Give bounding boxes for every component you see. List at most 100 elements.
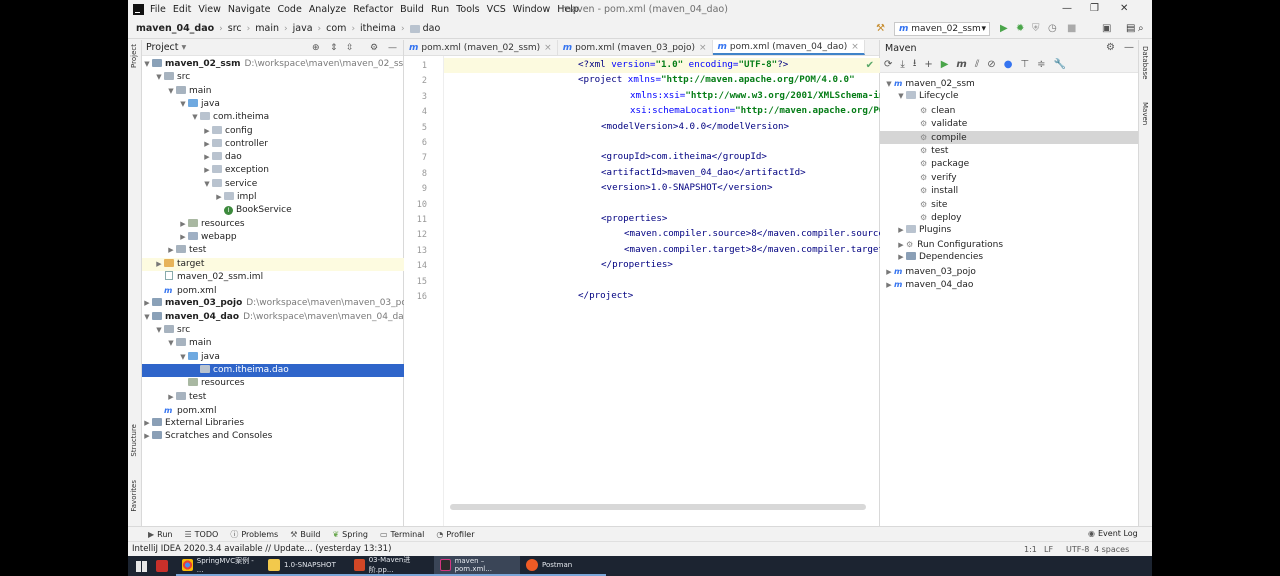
code-line[interactable]: <properties> xyxy=(601,213,667,224)
tree-item[interactable]: ▼ src xyxy=(142,71,404,84)
tree-item[interactable]: ▶ Scratches and Consoles xyxy=(142,430,404,443)
structure-tool-tab[interactable]: Structure xyxy=(130,424,138,457)
menu-run[interactable]: Run xyxy=(431,4,449,15)
taskbar-item[interactable]: Postman xyxy=(520,556,606,576)
menu-refactor[interactable]: Refactor xyxy=(353,4,393,15)
menu-code[interactable]: Code xyxy=(277,4,301,15)
menu-window[interactable]: Window xyxy=(513,4,550,15)
execute-goal-icon[interactable]: m xyxy=(956,59,966,70)
maven-run-configs-item[interactable]: ▶ ⚙ Run Configurations xyxy=(880,238,1138,251)
todo-tool-button[interactable]: ☰ TODO xyxy=(185,530,219,539)
breadcrumb-src[interactable]: src xyxy=(228,23,242,34)
tree-item[interactable]: ▼ main xyxy=(142,337,404,350)
maven-project-item[interactable]: ▶ m maven_03_pojo xyxy=(880,265,1138,278)
maven-goal-item[interactable]: ⚙ site xyxy=(880,198,1138,211)
tree-item[interactable]: ▶ config xyxy=(142,125,404,138)
maven-tool-tab[interactable]: Maven xyxy=(1141,102,1149,125)
code-line[interactable]: <modelVersion>4.0.0</modelVersion> xyxy=(601,121,789,132)
indent-setting[interactable]: 4 spaces xyxy=(1094,545,1129,554)
wrench-icon[interactable]: 🔧 xyxy=(1054,59,1066,70)
favorites-tool-tab[interactable]: Favorites xyxy=(130,480,138,512)
menu-tools[interactable]: Tools xyxy=(456,4,479,15)
breadcrumb-itheima[interactable]: itheima xyxy=(360,23,396,34)
app-icon[interactable] xyxy=(156,560,168,572)
run-configuration-select[interactable]: m maven_02_ssm ▾ xyxy=(894,22,990,36)
maven-goal-item[interactable]: ⚙ test xyxy=(880,144,1138,157)
debug-icon[interactable]: ✹ xyxy=(1016,23,1024,34)
tree-item[interactable]: ▼ maven_02_ssm D:\workspace\maven\maven_02… xyxy=(142,58,412,71)
coverage-icon[interactable]: ⛨ xyxy=(1032,23,1040,34)
taskbar-item-active[interactable]: maven – pom.xml... xyxy=(434,556,520,576)
tree-item[interactable]: ▶ test xyxy=(142,244,404,257)
download-icon[interactable]: ⭳ xyxy=(913,56,917,73)
tree-item[interactable]: ▶ maven_03_pojo D:\workspace\maven\maven_0… xyxy=(142,297,415,310)
tree-item[interactable]: ▼ java xyxy=(142,351,404,364)
run-tool-button[interactable]: ▶ Run xyxy=(148,530,173,539)
code-line[interactable]: <version>1.0-SNAPSHOT</version> xyxy=(601,182,772,193)
database-tool-tab[interactable]: Database xyxy=(1141,46,1149,79)
maven-goal-item[interactable]: ⚙ install xyxy=(880,184,1138,197)
menu-analyze[interactable]: Analyze xyxy=(309,4,346,15)
tree-item[interactable]: resources xyxy=(142,377,404,390)
maven-goal-item[interactable]: ⚙ verify xyxy=(880,171,1138,184)
tree-item[interactable]: ▶ impl xyxy=(142,191,404,204)
profiler-tool-button[interactable]: ◔ Profiler xyxy=(436,530,474,539)
cursor-position[interactable]: 1:1 xyxy=(1024,545,1037,554)
tree-item[interactable]: ▼ service xyxy=(142,178,404,191)
terminal-tool-button[interactable]: ▭ Terminal xyxy=(380,530,424,539)
tree-item[interactable]: ▶ exception xyxy=(142,164,404,177)
code-line[interactable]: </project> xyxy=(578,290,633,301)
horizontal-scrollbar[interactable] xyxy=(450,504,866,510)
breadcrumb-module[interactable]: maven_04_dao xyxy=(136,23,214,34)
maven-project-item[interactable]: ▶ m maven_04_dao xyxy=(880,278,1138,291)
menu-file[interactable]: File xyxy=(150,4,166,15)
editor-tab[interactable]: m pom.xml (maven_02_ssm) × xyxy=(404,40,558,55)
maven-lifecycle-item[interactable]: ▼ Lifecycle xyxy=(880,90,1138,103)
project-structure-icon[interactable]: ▣ xyxy=(1102,23,1111,34)
maven-goal-item[interactable]: ⚙ deploy xyxy=(880,211,1138,224)
skip-tests-icon[interactable]: ⊘ xyxy=(987,59,995,70)
reload-icon[interactable]: ⟳ xyxy=(884,59,892,70)
run-icon[interactable]: ▶ xyxy=(941,59,949,70)
close-icon[interactable]: ✕ xyxy=(1120,3,1128,14)
status-message[interactable]: IntelliJ IDEA 2020.3.4 available // Upda… xyxy=(132,544,391,554)
maven-dependencies-item[interactable]: ▶ Dependencies xyxy=(880,251,1138,264)
menu-build[interactable]: Build xyxy=(400,4,424,15)
editor-tab-active[interactable]: m pom.xml (maven_04_dao) × xyxy=(712,40,865,55)
breadcrumb-java[interactable]: java xyxy=(293,23,313,34)
maven-plugins-item[interactable]: ▶ Plugins xyxy=(880,224,1138,237)
collapse-all-icon[interactable]: ⊤ xyxy=(1020,59,1029,70)
tree-item[interactable]: ▼ src xyxy=(142,324,404,337)
breadcrumb-dao[interactable]: dao xyxy=(423,23,441,34)
hammer-icon[interactable]: ⚒ xyxy=(876,23,885,34)
tree-item[interactable]: ▼ com.itheima xyxy=(142,111,404,124)
menu-edit[interactable]: Edit xyxy=(173,4,191,15)
project-tool-tab[interactable]: Project xyxy=(130,44,138,68)
breadcrumb-main[interactable]: main xyxy=(255,23,279,34)
tree-item[interactable]: ▶ dao xyxy=(142,151,404,164)
maven-goal-item[interactable]: ⚙ clean xyxy=(880,104,1138,117)
stop-icon[interactable]: ■ xyxy=(1067,23,1076,34)
close-tab-icon[interactable]: × xyxy=(699,43,707,53)
maven-goal-item-selected[interactable]: ⚙ compile xyxy=(880,130,1138,144)
tree-item[interactable]: ▼ java xyxy=(142,98,404,111)
dropdown-icon[interactable]: ▾ xyxy=(182,42,187,53)
minimize-icon[interactable]: — xyxy=(1062,3,1072,14)
inspection-ok-icon[interactable]: ✔ xyxy=(866,60,874,71)
close-tab-icon[interactable]: × xyxy=(544,43,552,53)
maven-project-item[interactable]: ▼ m maven_02_ssm xyxy=(880,77,1138,90)
gear-icon[interactable]: ⚙ xyxy=(370,43,378,53)
tree-item[interactable]: maven_02_ssm.iml xyxy=(142,270,404,284)
breadcrumb-com[interactable]: com xyxy=(326,23,346,34)
tree-item[interactable]: ▶ resources xyxy=(142,218,404,231)
code-line[interactable]: <groupId>com.itheima</groupId> xyxy=(601,151,767,162)
line-separator[interactable]: LF xyxy=(1044,545,1053,554)
toggle-offline-icon[interactable]: ⫽ xyxy=(975,59,979,70)
tree-item[interactable]: ▶ target xyxy=(142,257,404,271)
search-icon[interactable]: ⌕ xyxy=(1138,23,1144,34)
expand-all-icon[interactable]: ≑ xyxy=(1037,59,1045,70)
code-line[interactable]: <project xmlns="http://maven.apache.org/… xyxy=(578,74,855,85)
menu-navigate[interactable]: Navigate xyxy=(228,4,271,15)
editor-tab[interactable]: m pom.xml (maven_03_pojo) × xyxy=(558,40,713,55)
problems-tool-button[interactable]: ⓘ Problems xyxy=(230,529,278,540)
